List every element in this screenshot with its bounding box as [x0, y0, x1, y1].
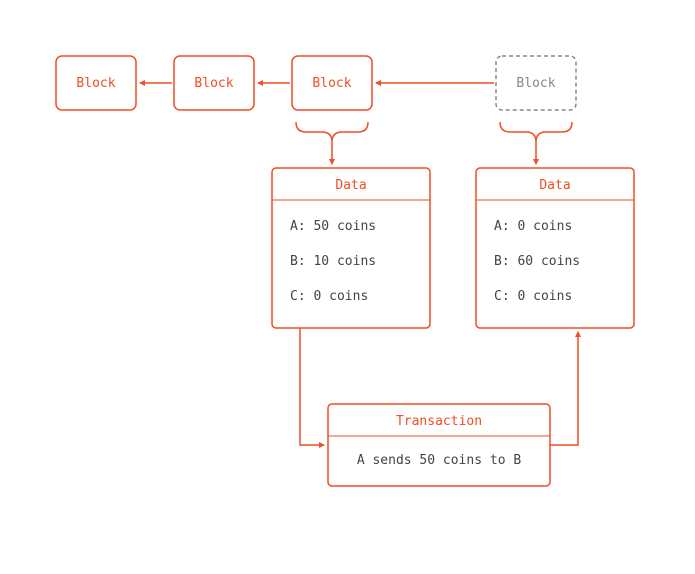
data-box-right: Data A: 0 coins B: 60 coins C: 0 coins — [476, 168, 634, 328]
block-2-label: Block — [194, 76, 233, 91]
block-2: Block — [174, 56, 254, 110]
data-right-line-1: B: 60 coins — [494, 254, 580, 269]
block-3-label: Block — [312, 76, 351, 91]
data-left-line-0: A: 50 coins — [290, 219, 376, 234]
data-left-title: Data — [335, 178, 366, 193]
arrow-data-to-tx — [300, 328, 324, 445]
block-3: Block — [292, 56, 372, 110]
bracket-block-4 — [500, 122, 572, 142]
transaction-body: A sends 50 coins to B — [357, 453, 522, 468]
data-right-line-0: A: 0 coins — [494, 219, 572, 234]
data-box-left: Data A: 50 coins B: 10 coins C: 0 coins — [272, 168, 430, 328]
bracket-block-3 — [296, 122, 368, 142]
arrow-tx-to-data — [550, 332, 578, 445]
block-1: Block — [56, 56, 136, 110]
data-right-title: Data — [539, 178, 570, 193]
data-left-line-1: B: 10 coins — [290, 254, 376, 269]
block-4-label: Block — [516, 76, 555, 91]
block-1-label: Block — [76, 76, 115, 91]
data-right-line-2: C: 0 coins — [494, 289, 572, 304]
transaction-title: Transaction — [396, 414, 482, 429]
transaction-box: Transaction A sends 50 coins to B — [328, 404, 550, 486]
block-4-pending: Block — [496, 56, 576, 110]
data-left-line-2: C: 0 coins — [290, 289, 368, 304]
